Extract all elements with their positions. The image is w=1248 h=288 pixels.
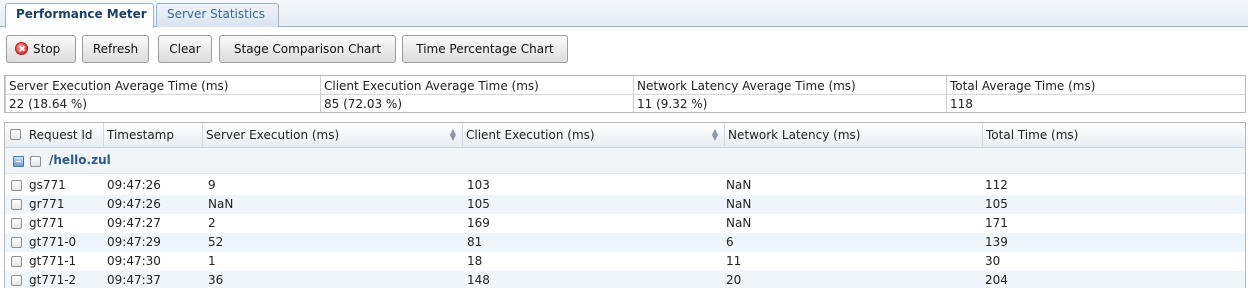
table-cell: 09:47:37 [107, 273, 161, 287]
table-cell: 103 [467, 178, 490, 192]
table-cell: 105 [985, 197, 1008, 211]
table-cell: 204 [985, 273, 1008, 287]
time-percentage-chart-button[interactable]: Time Percentage Chart [402, 35, 568, 63]
column-header-server-execution[interactable]: Server Execution (ms) ▲ ▼ [202, 123, 462, 147]
table-cell: 148 [467, 273, 490, 287]
table-cell: gt771-2 [29, 273, 77, 287]
table-cell: 171 [985, 216, 1008, 230]
tab-server-statistics[interactable]: Server Statistics [156, 3, 279, 27]
table-cell: 18 [467, 254, 483, 268]
stage-comparison-chart-button[interactable]: Stage Comparison Chart [219, 35, 396, 63]
table-cell: NaN [726, 216, 752, 230]
stop-icon [15, 42, 28, 55]
table-cell: 09:47:26 [107, 178, 161, 192]
table-cell: 6 [726, 235, 734, 249]
row-checkbox[interactable] [11, 256, 22, 267]
table-cell: 81 [467, 235, 483, 249]
summary-value: 118 [950, 97, 973, 111]
table-cell: gt771 [29, 216, 65, 230]
refresh-button[interactable]: Refresh [82, 35, 149, 63]
group-checkbox[interactable] [30, 156, 41, 167]
clear-button[interactable]: Clear [158, 35, 212, 63]
tab-bar: Performance Meter Server Statistics [0, 0, 1248, 28]
table-row[interactable]: gt771-1 09:47:30 1 18 11 30 [5, 252, 1245, 271]
summary-header: Network Latency Average Time (ms) [637, 79, 856, 93]
table-cell: 169 [467, 216, 490, 230]
row-checkbox[interactable] [11, 237, 22, 248]
stop-button[interactable]: Stop [6, 35, 76, 63]
table-row[interactable]: gr771 09:47:26 NaN 105 NaN 105 [5, 195, 1245, 214]
column-header-label: Timestamp [107, 128, 174, 142]
table-cell: 105 [467, 197, 490, 211]
group-row[interactable]: /hello.zul [5, 148, 1245, 174]
tab-performance-meter[interactable]: Performance Meter [5, 3, 154, 28]
column-header-label: Network Latency (ms) [728, 128, 861, 142]
column-header-label: Request Id [28, 128, 93, 142]
row-checkbox[interactable] [11, 199, 22, 210]
summary-col-server: Server Execution Average Time (ms) 22 (1… [5, 76, 320, 112]
column-header-network-latency[interactable]: Network Latency (ms) [724, 123, 982, 147]
grid-header: Request Id Timestamp Server Execution (m… [5, 123, 1245, 148]
table-cell: 36 [208, 273, 224, 287]
summary-header: Server Execution Average Time (ms) [9, 79, 229, 93]
summary-header: Total Average Time (ms) [950, 79, 1096, 93]
column-header-client-execution[interactable]: Client Execution (ms) ▲ ▼ [462, 123, 724, 147]
table-cell: 52 [208, 235, 224, 249]
table-row[interactable]: gt771-0 09:47:29 52 81 6 139 [5, 233, 1245, 252]
summary-col-client: Client Execution Average Time (ms) 85 (7… [320, 76, 633, 112]
table-cell: gt771-1 [29, 254, 77, 268]
table-cell: 11 [726, 254, 742, 268]
summary-col-total: Total Average Time (ms) 118 [946, 76, 1245, 112]
table-cell: 09:47:29 [107, 235, 161, 249]
column-header-timestamp[interactable]: Timestamp [103, 123, 202, 147]
table-cell: 139 [985, 235, 1008, 249]
summary-value: 85 (72.03 %) [324, 97, 403, 111]
column-header-label: Total Time (ms) [986, 128, 1079, 142]
table-cell: NaN [726, 178, 752, 192]
table-cell: 20 [726, 273, 742, 287]
select-all-checkbox[interactable] [10, 129, 21, 140]
summary-col-network: Network Latency Average Time (ms) 11 (9.… [633, 76, 946, 112]
summary-table: Server Execution Average Time (ms) 22 (1… [4, 75, 1246, 113]
row-checkbox[interactable] [11, 275, 22, 286]
column-header-total-time[interactable]: Total Time (ms) [982, 123, 1245, 147]
request-grid: Request Id Timestamp Server Execution (m… [4, 122, 1246, 288]
table-cell: gs771 [29, 178, 66, 192]
summary-value: 11 (9.32 %) [637, 97, 708, 111]
table-cell: 09:47:27 [107, 216, 161, 230]
table-cell: 09:47:30 [107, 254, 161, 268]
table-cell: 1 [208, 254, 216, 268]
sort-icon[interactable]: ▲ ▼ [450, 128, 456, 142]
summary-value: 22 (18.64 %) [9, 97, 88, 111]
column-header-request-id[interactable]: Request Id [5, 123, 103, 147]
summary-header: Client Execution Average Time (ms) [324, 79, 539, 93]
collapse-toggle-icon[interactable] [13, 156, 24, 167]
column-header-label: Client Execution (ms) [466, 128, 595, 142]
table-cell: gr771 [29, 197, 65, 211]
table-cell: 2 [208, 216, 216, 230]
sort-icon[interactable]: ▲ ▼ [712, 128, 718, 142]
table-cell: 09:47:26 [107, 197, 161, 211]
table-cell: 112 [985, 178, 1008, 192]
table-row[interactable]: gt771 09:47:27 2 169 NaN 171 [5, 214, 1245, 233]
table-cell: NaN [726, 197, 752, 211]
table-cell: 30 [985, 254, 1001, 268]
table-cell: gt771-0 [29, 235, 77, 249]
group-label: /hello.zul [49, 153, 111, 167]
table-row[interactable]: gt771-2 09:47:37 36 148 20 204 [5, 271, 1245, 288]
stop-button-label: Stop [33, 42, 61, 56]
table-cell: 9 [208, 178, 216, 192]
column-header-label: Server Execution (ms) [206, 128, 340, 142]
row-checkbox[interactable] [11, 180, 22, 191]
row-checkbox[interactable] [11, 218, 22, 229]
table-cell: NaN [208, 197, 234, 211]
table-row[interactable]: gs771 09:47:26 9 103 NaN 112 [5, 176, 1245, 195]
